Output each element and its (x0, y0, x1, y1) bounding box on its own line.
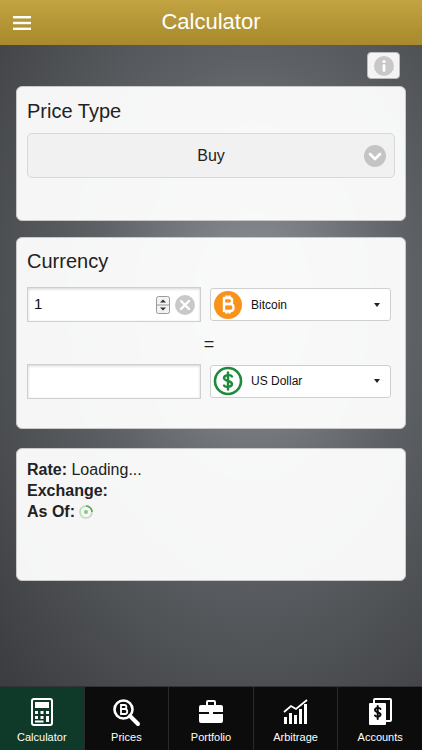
price-type-card: Price Type Buy (16, 86, 406, 221)
dollar-document-icon (365, 697, 395, 727)
currency-card: Currency Bitcoin = (16, 237, 406, 429)
amount-input[interactable] (34, 293, 152, 316)
dropdown-caret-icon (374, 379, 380, 383)
app-shell: Calculator Price Type Buy Currency (0, 0, 422, 750)
tab-label: Accounts (358, 731, 403, 744)
tab-label: Portfolio (191, 731, 231, 744)
clear-icon[interactable] (174, 294, 196, 316)
loading-spinner-icon (79, 505, 93, 519)
bitcoin-icon (213, 290, 243, 320)
top-bar: Calculator (0, 0, 422, 45)
tab-bar: Calculator Prices Portfolio Arbitrage Accoun… (0, 686, 422, 750)
rate-info-card: Rate: Loading... Exchange: As Of: (16, 448, 406, 581)
info-button[interactable] (367, 52, 400, 79)
rate-value: Loading... (71, 461, 141, 478)
calculator-icon (27, 697, 57, 727)
result-field (27, 364, 201, 399)
dollar-icon (213, 366, 243, 396)
search-coin-icon (111, 697, 141, 727)
rate-label: Rate: (27, 461, 67, 478)
price-type-select[interactable]: Buy (27, 133, 395, 178)
tab-item[interactable]: Arbitrage (254, 687, 339, 750)
info-icon (373, 55, 395, 77)
from-currency-select[interactable]: Bitcoin (210, 288, 391, 321)
tab-label: Prices (111, 731, 142, 744)
menu-icon[interactable] (10, 11, 34, 35)
bar-chart-icon (281, 697, 311, 727)
amount-field (27, 287, 201, 322)
as-of-label: As Of: (27, 501, 75, 522)
to-currency-select[interactable]: US Dollar (210, 365, 391, 398)
from-currency-name: Bitcoin (251, 296, 366, 314)
price-type-value: Buy (58, 144, 364, 168)
exchange-label: Exchange: (27, 482, 108, 499)
chevron-down-icon (364, 145, 386, 167)
spinner-arrows-icon[interactable] (156, 296, 170, 314)
tab-item[interactable]: Calculator (0, 687, 85, 750)
tab-item[interactable]: Prices (85, 687, 170, 750)
currency-label: Currency (27, 249, 391, 273)
tab-label: Arbitrage (273, 731, 318, 744)
page-title: Calculator (34, 9, 388, 35)
calculator-area: Price Type Buy Currency Bitcoin (0, 45, 422, 686)
equals-sign: = (27, 334, 391, 356)
to-currency-name: US Dollar (251, 372, 366, 390)
dropdown-caret-icon (374, 303, 380, 307)
result-input[interactable] (34, 370, 196, 393)
tab-item[interactable]: Accounts (338, 687, 422, 750)
briefcase-icon (196, 697, 226, 727)
tab-label: Calculator (17, 731, 67, 744)
price-type-label: Price Type (27, 99, 395, 123)
tab-item[interactable]: Portfolio (169, 687, 254, 750)
